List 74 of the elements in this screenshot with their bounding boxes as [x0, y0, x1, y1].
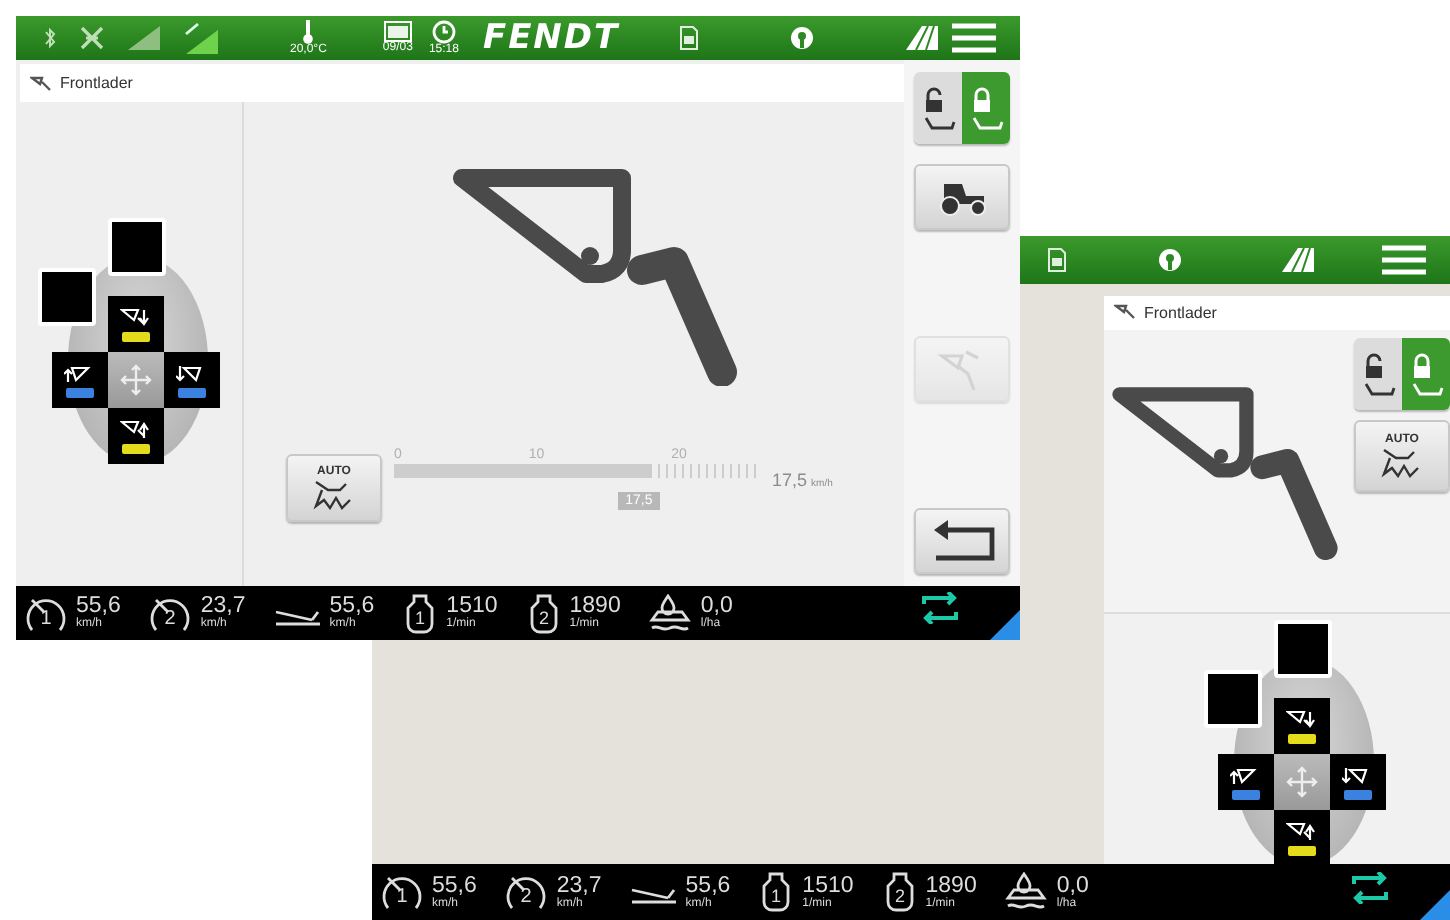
loader-wave-icon: [312, 478, 356, 510]
lock-icon: [1408, 351, 1444, 396]
brand-logo: FENDT: [482, 18, 620, 58]
bucket-lower-icon: [120, 307, 152, 327]
satellite-icon: [78, 24, 106, 52]
bucket-tilt-icon: [1230, 765, 1262, 785]
readout-value: 55,6: [685, 873, 731, 897]
engine-icon: 2: [525, 593, 562, 633]
joystick-direction-button[interactable]: [108, 408, 164, 464]
readout-value: 55,6: [432, 873, 477, 897]
joystick-direction-button[interactable]: [164, 352, 220, 408]
fuel-rate-icon: [648, 593, 693, 633]
readout-value: 23,7: [200, 594, 246, 618]
lock-toggle-option[interactable]: [962, 72, 1010, 144]
field-icon: [905, 26, 938, 50]
readout-value: 0,0: [700, 594, 733, 618]
back-button[interactable]: [914, 508, 1010, 574]
bucket-raise-icon: [1286, 821, 1318, 841]
move-arrows-icon: [120, 364, 152, 396]
joystick-direction-button[interactable]: [1274, 810, 1330, 866]
front-loader-icon: [1114, 304, 1136, 321]
lock-icon: [968, 86, 1004, 130]
unlock-icon: [920, 86, 956, 130]
sim-card-icon: [679, 26, 698, 50]
fuel-rate-icon: [1004, 872, 1049, 912]
panel-title: Frontlader: [60, 74, 133, 92]
sim-card-icon: [1048, 248, 1066, 272]
engine-icon: 1: [402, 593, 439, 633]
calendar-icon: [383, 20, 412, 42]
signal-icon: [182, 22, 218, 54]
speed-reading: 17,5: [772, 470, 808, 490]
loader-wave-icon: [1380, 445, 1424, 478]
unlock-icon: [1360, 351, 1396, 396]
swap-icon[interactable]: [920, 592, 960, 624]
tractor-button[interactable]: [914, 164, 1010, 230]
readout-value: 1510: [446, 594, 498, 618]
joystick-key[interactable]: [38, 268, 96, 326]
thermometer-icon: [302, 19, 315, 43]
move-arrows-icon: [1286, 766, 1318, 798]
panel-title: Frontlader: [1144, 303, 1217, 322]
readout-value: 1510: [802, 873, 854, 897]
lock-toggle-option[interactable]: [914, 72, 962, 144]
readout-value: 55,6: [76, 594, 121, 618]
engine-icon: 1: [758, 872, 795, 912]
engine-icon: 2: [881, 872, 918, 912]
joystick-direction-button[interactable]: [1274, 698, 1330, 754]
corner-triangle-icon: [990, 610, 1020, 640]
lock-toggle-option[interactable]: [1354, 337, 1402, 410]
swap-icon[interactable]: [1350, 871, 1390, 903]
signal-icon: [128, 26, 160, 50]
readout-value: 55,6: [329, 594, 375, 618]
front-loader-icon: [30, 75, 52, 91]
readout-value: 0,0: [1056, 873, 1089, 897]
joystick-direction-button[interactable]: [1330, 754, 1386, 810]
bucket-tilt-icon: [64, 363, 96, 383]
joystick-key[interactable]: [1274, 620, 1332, 678]
menu-icon[interactable]: [1382, 244, 1426, 276]
readout-value: 23,7: [556, 873, 602, 897]
readout-value: 1890: [925, 873, 977, 897]
joystick-direction-button[interactable]: [52, 352, 108, 408]
bucket-lower-icon: [1286, 709, 1318, 729]
bluetooth-icon: [44, 26, 56, 50]
readout-value: 1890: [569, 594, 621, 618]
joystick-direction-button[interactable]: [1218, 754, 1274, 810]
menu-icon[interactable]: [952, 22, 996, 54]
joystick-key[interactable]: [108, 218, 166, 276]
bucket-raise-icon: [120, 419, 152, 439]
joystick-direction-button[interactable]: [108, 296, 164, 352]
joystick-key[interactable]: [1204, 670, 1262, 728]
corner-triangle-icon: [1420, 890, 1450, 920]
field-icon: [1282, 248, 1314, 272]
clock-icon: [431, 19, 456, 43]
speed-slider[interactable]: [394, 464, 760, 478]
lock-toggle-option[interactable]: [1402, 337, 1450, 410]
